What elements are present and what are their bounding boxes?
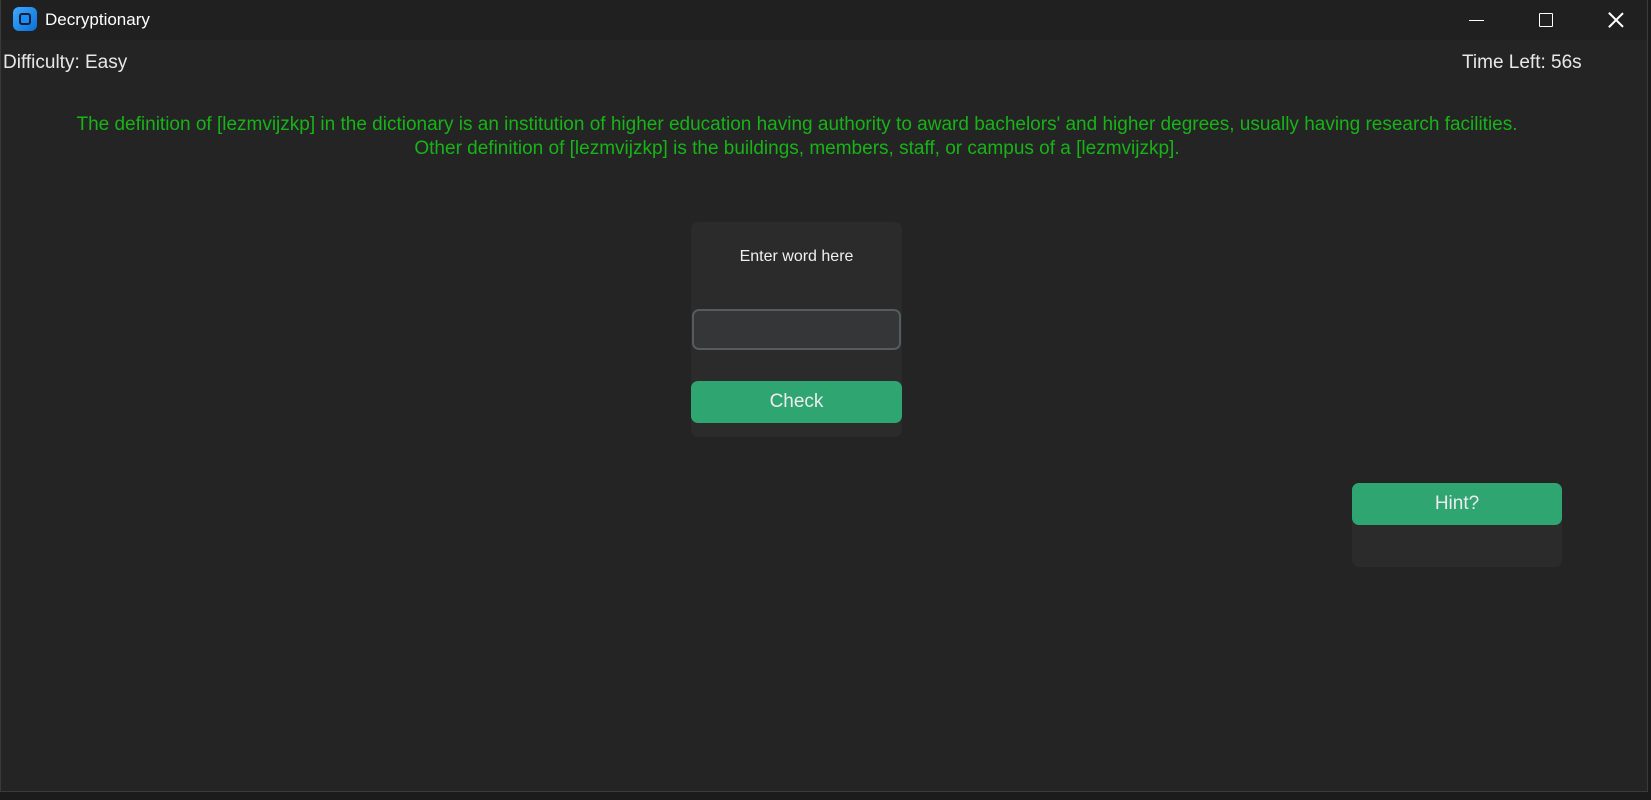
time-left-label: Time Left: 56s: [1462, 52, 1582, 73]
definition-line-1: The definition of [lezmvijzkp] in the di…: [76, 114, 1518, 135]
app-window: Decryptionary Difficulty: Easy Time Left…: [0, 0, 1648, 792]
close-button[interactable]: [1581, 0, 1647, 40]
hint-button[interactable]: Hint?: [1352, 483, 1562, 525]
maximize-icon: [1539, 13, 1553, 27]
maximize-button[interactable]: [1511, 0, 1581, 40]
difficulty-label: Difficulty: Easy: [3, 52, 128, 73]
check-button[interactable]: Check: [691, 381, 902, 423]
word-entry-card: Enter word here Check: [691, 222, 902, 437]
title-bar[interactable]: Decryptionary: [1, 0, 1647, 40]
hint-card: Hint?: [1352, 483, 1562, 567]
close-icon: [1608, 12, 1624, 28]
minimize-button[interactable]: [1441, 0, 1511, 40]
definition-text: The definition of [lezmvijzkp] in the di…: [1, 113, 1593, 161]
minimize-icon: [1468, 19, 1484, 21]
enter-word-label: Enter word here: [739, 248, 854, 265]
app-logo-icon: [13, 7, 37, 31]
definition-line-2: Other definition of [lezmvijzkp] is the …: [414, 138, 1180, 159]
window-title: Decryptionary: [45, 10, 150, 29]
word-input[interactable]: [692, 309, 901, 350]
